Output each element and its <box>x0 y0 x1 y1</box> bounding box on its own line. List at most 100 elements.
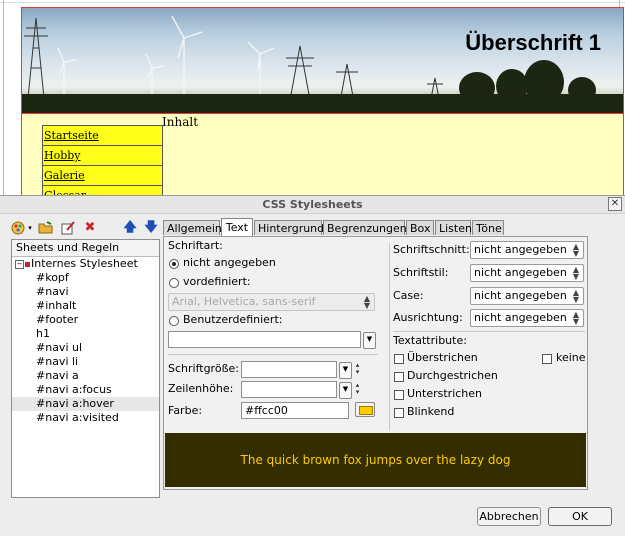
tab-begrenzungen[interactable]: Begrenzungen <box>323 220 407 235</box>
content-label: Inhalt <box>162 115 199 129</box>
tree-root-label: Internes Stylesheet <box>31 257 138 270</box>
alignment-select[interactable]: nicht angegeben ▲ ▼ <box>470 309 584 327</box>
preview-top-border <box>0 2 625 3</box>
tab-box[interactable]: Box <box>406 220 434 235</box>
custom-font-input[interactable] <box>168 331 361 348</box>
underline-checkbox[interactable] <box>394 390 404 400</box>
nav-link-hobby[interactable]: Hobby <box>42 145 163 165</box>
tab-hintergrund[interactable]: Hintergrund <box>254 220 324 235</box>
none-label[interactable]: keine <box>556 351 586 364</box>
font-family-label: Schriftart: <box>168 239 223 252</box>
text-attributes-label: Textattribute: <box>393 334 467 347</box>
preview-left-guide <box>3 0 4 196</box>
blink-checkbox[interactable] <box>394 408 404 418</box>
case-label: Case: <box>393 289 424 302</box>
tab-text[interactable]: Text <box>221 218 253 236</box>
tree-item[interactable]: #inhalt <box>12 299 159 313</box>
edit-icon[interactable] <box>60 220 76 236</box>
color-label: Farbe: <box>168 404 203 417</box>
preview-sample-text: The quick brown fox jumps over the lazy … <box>165 433 586 487</box>
line-height-input[interactable] <box>241 381 337 398</box>
chevron-updown-icon: ▲ ▼ <box>572 265 580 281</box>
font-variant-select[interactable]: nicht angegeben ▲ ▼ <box>470 241 584 259</box>
tree-item[interactable]: #kopf <box>12 271 159 285</box>
font-style-select[interactable]: nicht angegeben ▲ ▼ <box>470 264 584 282</box>
open-folder-icon[interactable] <box>38 220 54 236</box>
color-picker-button[interactable] <box>355 402 375 417</box>
chevron-down-icon[interactable]: ▼ <box>339 382 352 399</box>
chevron-down-icon[interactable]: ▼ <box>339 362 352 379</box>
palette-icon[interactable] <box>10 220 26 236</box>
strikethrough-label[interactable]: Durchgestrichen <box>407 369 498 382</box>
tree-item[interactable]: #footer <box>12 313 159 327</box>
case-value: nicht angegeben <box>474 289 567 302</box>
chevron-updown-icon: ▲ ▼ <box>572 288 580 304</box>
chevron-updown-icon: ▲ ▼ <box>572 310 580 326</box>
tree-item[interactable]: #navi a:focus <box>12 383 159 397</box>
header-banner: Überschrift 1 <box>21 7 624 114</box>
divider <box>393 331 585 332</box>
radio-not-specified-label[interactable]: nicht angegeben <box>183 256 276 269</box>
arrow-down-icon[interactable]: 🡇 <box>144 220 158 236</box>
color-input[interactable]: #ffcc00 <box>241 402 349 419</box>
arrow-up-icon[interactable]: 🡅 <box>123 220 137 236</box>
delete-icon[interactable]: ✖ <box>82 220 98 236</box>
tree-item[interactable]: #navi ul <box>12 341 159 355</box>
rules-tree: Sheets und Regeln − Internes Stylesheet #… <box>11 239 160 498</box>
predefined-font-value: Arial, Helvetica, sans-serif <box>172 295 316 308</box>
wind-turbine-landscape-image <box>22 15 623 113</box>
radio-not-specified[interactable] <box>169 259 179 269</box>
tree-item-selected[interactable]: #navi a:hover <box>12 397 159 411</box>
tab-listen[interactable]: Listen <box>435 220 472 235</box>
css-stylesheets-dialog: CSS Stylesheets ✕ ▾ ✖ 🡅 🡇 Sheets und Reg… <box>0 195 625 536</box>
tree-item[interactable]: #navi li <box>12 355 159 369</box>
alignment-value: nicht angegeben <box>474 311 567 324</box>
line-height-label: Zeilenhöhe: <box>168 382 234 395</box>
collapse-icon[interactable]: − <box>15 259 24 269</box>
tree-item[interactable]: h1 <box>12 327 159 341</box>
tab-allgemein[interactable]: Allgemein <box>163 220 222 235</box>
chevron-down-icon[interactable]: ▼ <box>363 332 376 349</box>
radio-predefined[interactable] <box>169 278 179 288</box>
font-variant-label: Schriftschnitt: <box>393 243 470 256</box>
tree-item[interactable]: #navi <box>12 285 159 299</box>
tree-item[interactable]: #navi a <box>12 369 159 383</box>
chevron-updown-icon: ▲ ▼ <box>572 242 580 258</box>
spinner-icon[interactable]: ▴ ▾ <box>353 382 362 397</box>
none-checkbox[interactable] <box>542 354 552 364</box>
tree-item[interactable]: #navi a:visited <box>12 411 159 425</box>
radio-custom-label[interactable]: Benutzerdefiniert: <box>183 313 282 326</box>
underline-label[interactable]: Unterstrichen <box>407 387 482 400</box>
font-style-label: Schriftstil: <box>393 266 449 279</box>
spinner-icon[interactable]: ▴ ▾ <box>353 362 362 377</box>
cancel-button[interactable]: Abbrechen <box>477 507 541 526</box>
page-preview: Überschrift 1 Inhalt Startseite Hobby Ga… <box>0 0 625 196</box>
ok-button[interactable]: OK <box>548 507 612 526</box>
chevron-updown-icon: ▲ ▼ <box>363 294 371 310</box>
chevron-down-icon[interactable]: ▾ <box>26 220 34 236</box>
navigation-menu: Startseite Hobby Galerie Glossar <box>42 125 163 196</box>
nav-link-galerie[interactable]: Galerie <box>42 165 163 185</box>
tree-column-header[interactable]: Sheets und Regeln <box>12 240 159 257</box>
overline-label[interactable]: Überstrichen <box>407 351 478 364</box>
alignment-label: Ausrichtung: <box>393 311 463 324</box>
tree-root-stylesheet[interactable]: − Internes Stylesheet <box>12 257 159 271</box>
text-tab-panel: Schriftart: nicht angegeben vordefiniert… <box>163 236 588 490</box>
radio-predefined-label[interactable]: vordefiniert: <box>183 275 251 288</box>
font-size-input[interactable] <box>241 361 337 378</box>
nav-link-startseite[interactable]: Startseite <box>42 125 163 145</box>
divider <box>168 354 378 355</box>
radio-custom[interactable] <box>169 316 179 326</box>
case-select[interactable]: nicht angegeben ▲ ▼ <box>470 287 584 305</box>
column-divider <box>389 243 390 431</box>
font-size-label: Schriftgröße: <box>168 362 239 375</box>
dialog-titlebar[interactable]: CSS Stylesheets ✕ <box>0 196 625 214</box>
overline-checkbox[interactable] <box>394 354 404 364</box>
predefined-font-select[interactable]: Arial, Helvetica, sans-serif ▲ ▼ <box>168 293 375 311</box>
color-swatch <box>359 406 373 415</box>
stylesheet-icon <box>25 261 30 267</box>
close-icon[interactable]: ✕ <box>608 197 622 211</box>
strikethrough-checkbox[interactable] <box>394 372 404 382</box>
tab-toene[interactable]: Töne <box>472 220 504 235</box>
blink-label[interactable]: Blinkend <box>407 405 454 418</box>
